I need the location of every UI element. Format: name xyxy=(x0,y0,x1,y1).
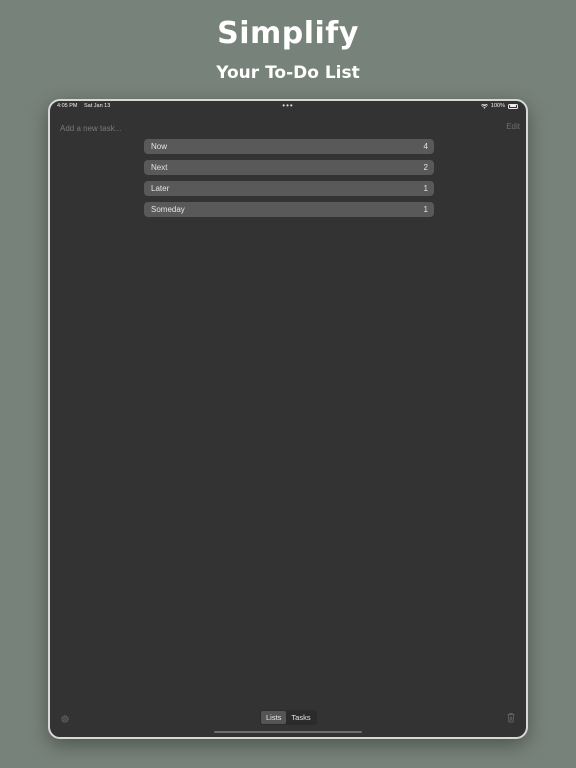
view-segmented-control: Lists Tasks xyxy=(260,710,317,725)
status-bar: 4:05 PM Sat Jan 13 ••• 100% xyxy=(50,101,526,113)
segment-lists[interactable]: Lists xyxy=(261,711,287,724)
app-subtitle: Your To-Do List xyxy=(216,63,360,83)
status-date: Sat Jan 13 xyxy=(84,103,111,109)
home-indicator[interactable] xyxy=(214,731,362,733)
segment-tasks[interactable]: Tasks xyxy=(286,711,315,724)
list-item-label: Next xyxy=(151,163,168,172)
gear-icon[interactable] xyxy=(60,711,70,723)
list-item-label: Later xyxy=(151,184,170,193)
list-item-count: 2 xyxy=(423,163,428,172)
wifi-icon xyxy=(480,103,488,109)
list-item-label: Now xyxy=(151,142,168,151)
status-right: 100% xyxy=(480,103,518,109)
status-time: 4:05 PM xyxy=(57,103,78,109)
app-title: Simplify xyxy=(217,16,359,51)
list-item-count: 4 xyxy=(423,142,428,151)
new-task-input[interactable] xyxy=(60,122,260,134)
list-item-later[interactable]: Later 1 xyxy=(144,181,434,196)
device-screen: 4:05 PM Sat Jan 13 ••• 100% Edit Now 4 N… xyxy=(48,99,528,739)
battery-icon xyxy=(508,103,518,109)
edit-button[interactable]: Edit xyxy=(506,122,520,131)
list-item-someday[interactable]: Someday 1 xyxy=(144,202,434,217)
list-item-next[interactable]: Next 2 xyxy=(144,160,434,175)
list-item-count: 1 xyxy=(423,205,428,214)
lists-container: Now 4 Next 2 Later 1 Someday 1 xyxy=(144,139,434,223)
list-item-now[interactable]: Now 4 xyxy=(144,139,434,154)
battery-percent: 100% xyxy=(490,103,505,109)
list-item-label: Someday xyxy=(151,205,185,214)
list-item-count: 1 xyxy=(423,184,428,193)
multitasking-dots-icon[interactable]: ••• xyxy=(282,101,293,110)
trash-icon[interactable] xyxy=(506,710,516,723)
